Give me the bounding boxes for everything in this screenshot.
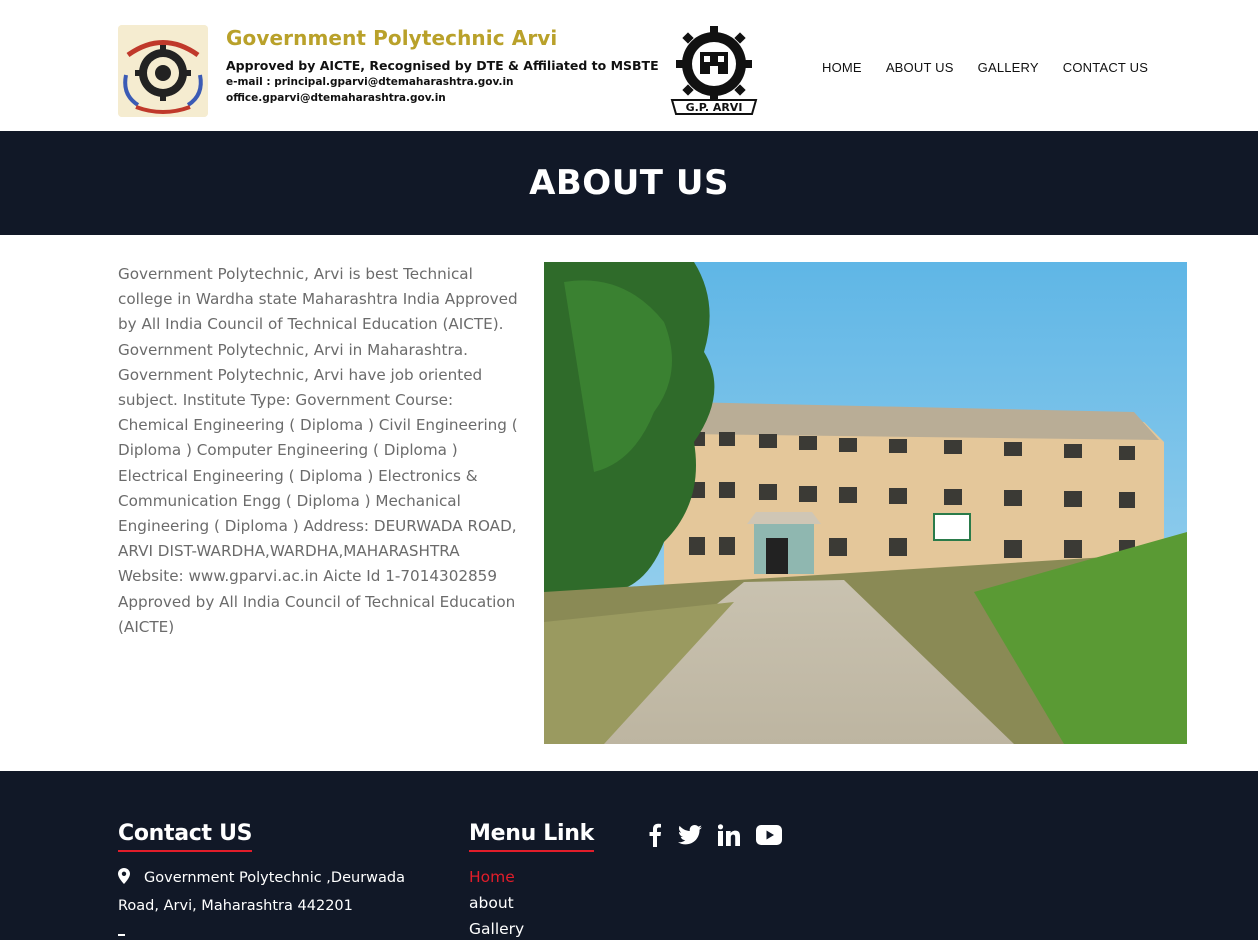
footer-link-gallery[interactable]: Gallery — [469, 916, 524, 940]
site-footer: Contact US Government Polytechnic ,Deurw… — [0, 771, 1258, 940]
phone-icon-partial — [118, 934, 125, 936]
page-banner: ABOUT US — [0, 131, 1258, 235]
social-links — [648, 823, 782, 847]
about-description: Government Polytechnic, Arvi is best Tec… — [118, 265, 518, 636]
principal-email: e-mail : principal.gparvi@dtemaharashtra… — [226, 76, 514, 88]
nav-gallery[interactable]: GALLERY — [978, 60, 1039, 75]
nav-contact-us[interactable]: CONTACT US — [1063, 60, 1148, 75]
footer-link-about[interactable]: about — [469, 890, 524, 916]
college-building-photo — [544, 262, 1187, 744]
map-pin-icon — [118, 867, 132, 893]
nav-about-us[interactable]: ABOUT US — [886, 60, 954, 75]
gp-arvi-logo-text: G.P. ARVI — [686, 101, 743, 114]
brand-block: Government Polytechnic Arvi Approved by … — [226, 26, 659, 106]
footer-menu: Home about Gallery — [469, 864, 524, 940]
contact-heading: Contact US — [118, 821, 253, 852]
facebook-icon[interactable] — [648, 823, 662, 847]
site-header: Government Polytechnic Arvi Approved by … — [0, 0, 1258, 131]
footer-address: Government Polytechnic ,Deurwada Road, A… — [118, 865, 418, 919]
page-title: ABOUT US — [529, 163, 729, 203]
youtube-icon[interactable] — [756, 825, 782, 845]
address-text: Government Polytechnic ,Deurwada Road, A… — [118, 870, 405, 914]
main-nav: HOME ABOUT US GALLERY CONTACT US — [822, 60, 1172, 75]
approval-text: Approved by AICTE, Recognised by DTE & A… — [226, 58, 659, 73]
office-email: office.gparvi@dtemaharashtra.gov.in — [226, 92, 446, 104]
college-emblem-logo[interactable] — [118, 25, 208, 117]
twitter-icon[interactable] — [678, 825, 702, 845]
site-title[interactable]: Government Polytechnic Arvi — [226, 26, 656, 50]
footer-link-home[interactable]: Home — [469, 864, 524, 890]
menu-link-heading: Menu Link — [469, 821, 594, 852]
nav-home[interactable]: HOME — [822, 60, 862, 75]
gp-arvi-logo[interactable]: G.P. ARVI — [664, 22, 764, 118]
linkedin-icon[interactable] — [718, 824, 740, 846]
